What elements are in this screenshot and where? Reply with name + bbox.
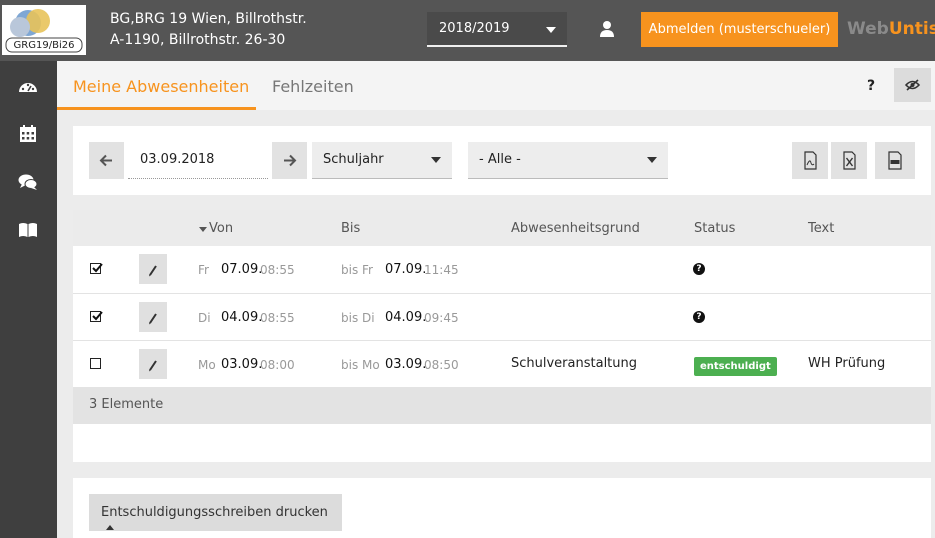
- absences-table: Von Bis Abwesenheitsgrund Status Text Fr…: [73, 210, 931, 462]
- help-button[interactable]: ?: [859, 69, 883, 103]
- chevron-down-icon: [647, 157, 657, 163]
- von-date: 04.09.: [221, 310, 263, 325]
- question-icon: ?: [693, 263, 705, 275]
- sidebar: [0, 61, 57, 538]
- calendar-icon[interactable]: [17, 123, 39, 145]
- next-date-button[interactable]: [272, 142, 307, 179]
- row-checkbox[interactable]: [90, 263, 103, 274]
- school-year-select[interactable]: 2018/2019: [427, 12, 567, 47]
- webuntis-logo: WebUntis: [847, 19, 935, 39]
- previous-date-button[interactable]: [89, 142, 124, 179]
- edit-button[interactable]: [139, 254, 167, 284]
- book-icon[interactable]: [17, 219, 39, 241]
- pencil-icon: [149, 265, 157, 277]
- column-header-von[interactable]: Von: [209, 221, 233, 236]
- export-excel-button[interactable]: [831, 142, 867, 179]
- user-icon[interactable]: [598, 20, 616, 38]
- tab-fehlzeiten[interactable]: Fehlzeiten: [272, 77, 354, 96]
- table-row[interactable]: Di 04.09. 08:55 bis Di 04.09. 09:45 ?: [73, 293, 931, 340]
- bis-date: 07.09.: [385, 262, 427, 277]
- column-header-bis[interactable]: Bis: [341, 221, 360, 236]
- column-header-grund[interactable]: Abwesenheitsgrund: [511, 221, 640, 236]
- filter-panel: 03.09.2018 Schuljahr - Alle -: [73, 126, 931, 195]
- absence-text: WH Prüfung: [808, 356, 886, 371]
- date-input[interactable]: 03.09.2018: [128, 142, 268, 179]
- active-tab-indicator: [57, 107, 256, 110]
- von-time: 08:55: [260, 263, 295, 277]
- eye-slash-icon: [904, 79, 921, 91]
- status-badge: entschuldigt: [694, 357, 777, 376]
- chevron-down-icon: [431, 157, 441, 163]
- school-line-2: A-1190, Billrothstr. 26-30: [110, 32, 286, 48]
- table-header: Von Bis Abwesenheitsgrund Status Text: [73, 210, 931, 246]
- bis-weekday: bis Fr: [341, 263, 373, 277]
- von-time: 08:00: [260, 358, 295, 372]
- school-year-value: 2018/2019: [439, 21, 510, 36]
- chevron-down-icon: [546, 27, 556, 33]
- reason-filter-select[interactable]: - Alle -: [468, 142, 668, 179]
- hide-toggle-button[interactable]: [894, 68, 931, 102]
- bis-time: 11:45: [424, 263, 459, 277]
- bis-time: 09:45: [424, 311, 459, 325]
- tab-bar: Meine Abwesenheiten Fehlzeiten ?: [57, 61, 935, 110]
- pdf-icon: [804, 151, 817, 170]
- column-header-text[interactable]: Text: [808, 221, 834, 236]
- school-name: BG,BRG 19 Wien, Billrothstr. A-1190, Bil…: [110, 9, 307, 51]
- excel-icon: [843, 151, 856, 170]
- table-footer: 3 Elemente: [73, 387, 931, 424]
- von-date: 07.09.: [221, 262, 263, 277]
- table-row[interactable]: Fr 07.09. 08:55 bis Fr 07.09. 11:45 ?: [73, 246, 931, 293]
- check-icon: [92, 311, 103, 321]
- range-select[interactable]: Schuljahr: [312, 142, 452, 179]
- table-row[interactable]: Mo 03.09. 08:00 bis Mo 03.09. 08:50 Schu…: [73, 340, 931, 387]
- range-select-value: Schuljahr: [323, 152, 384, 167]
- caret-up-icon: [106, 525, 114, 530]
- export-csv-button[interactable]: [875, 142, 915, 179]
- brand-part-1: Web: [847, 19, 889, 39]
- edit-button[interactable]: [139, 349, 167, 379]
- edit-button[interactable]: [139, 302, 167, 332]
- element-count: 3 Elemente: [89, 397, 164, 412]
- brand-part-2: Untis: [888, 19, 935, 39]
- print-excuse-label: Entschuldigungsschreiben drucken: [101, 505, 328, 520]
- school-logo[interactable]: GRG19/Bi26: [2, 5, 86, 55]
- bis-time: 08:50: [424, 358, 459, 372]
- von-weekday: Fr: [198, 263, 209, 277]
- row-checkbox[interactable]: [90, 358, 101, 369]
- print-excuse-button[interactable]: Entschuldigungsschreiben drucken: [89, 494, 342, 531]
- von-weekday: Mo: [198, 358, 216, 372]
- top-header: GRG19/Bi26 BG,BRG 19 Wien, Billrothstr. …: [0, 0, 935, 61]
- column-header-status[interactable]: Status: [694, 221, 735, 236]
- row-checkbox[interactable]: [90, 311, 103, 322]
- export-pdf-button[interactable]: [792, 142, 828, 179]
- logout-button[interactable]: Abmelden (musterschueler): [641, 12, 838, 47]
- von-time: 08:55: [260, 311, 295, 325]
- arrow-right-icon: [284, 154, 297, 167]
- pencil-icon: [149, 360, 157, 372]
- von-date: 03.09.: [221, 357, 263, 372]
- school-line-1: BG,BRG 19 Wien, Billrothstr.: [110, 11, 307, 27]
- absence-reason: Schulveranstaltung: [511, 356, 638, 371]
- dashboard-icon[interactable]: [17, 77, 39, 99]
- bis-weekday: bis Mo: [341, 358, 380, 372]
- check-icon: [92, 263, 103, 273]
- tab-meine-abwesenheiten[interactable]: Meine Abwesenheiten: [73, 77, 249, 96]
- arrow-left-icon: [99, 154, 112, 167]
- von-weekday: Di: [198, 311, 211, 325]
- question-icon: ?: [693, 311, 705, 323]
- sort-desc-icon: [199, 227, 207, 232]
- logo-text: GRG19/Bi26: [13, 40, 75, 51]
- reason-filter-value: - Alle -: [479, 152, 521, 167]
- bis-date: 03.09.: [385, 357, 427, 372]
- bis-weekday: bis Di: [341, 311, 375, 325]
- actions-panel: Entschuldigungsschreiben drucken: [73, 478, 931, 538]
- chat-icon[interactable]: [17, 171, 39, 193]
- bis-date: 04.09.: [385, 310, 427, 325]
- pencil-icon: [149, 313, 157, 325]
- csv-icon: [888, 151, 902, 170]
